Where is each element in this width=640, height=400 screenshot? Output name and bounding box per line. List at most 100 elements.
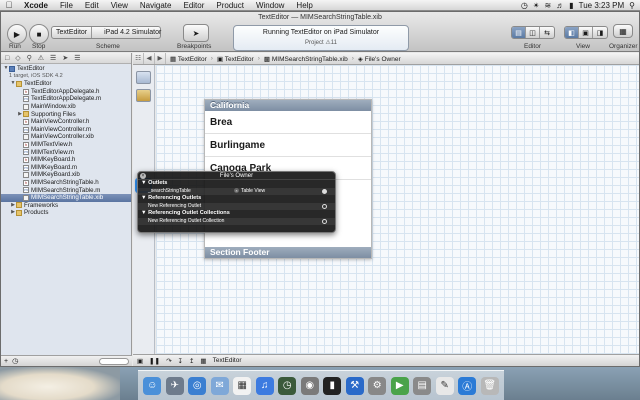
menu-editor[interactable]: Editor (177, 1, 210, 10)
hud-section-header[interactable]: ▼ Referencing Outlets (138, 195, 335, 203)
section-header[interactable]: California (205, 100, 371, 111)
navigator-row[interactable]: h MainViewController.h (1, 118, 131, 126)
spotlight-icon[interactable]: ⚲ (629, 1, 635, 10)
navigator-row[interactable]: h MIMSearchStringTable.h (1, 179, 131, 187)
hud-section-header[interactable]: ▼ Outlets (138, 180, 335, 188)
hud-section-header[interactable]: ▼ Referencing Outlet Collections (138, 210, 335, 218)
navigator-row[interactable]: h MIMKeyBoard.h (1, 156, 131, 164)
disconnect-icon[interactable]: × (234, 187, 239, 193)
navigator-row[interactable]: m TextEditorAppDelegate.m (1, 95, 131, 103)
hud-outlet-row[interactable]: New Referencing Outlet (138, 202, 335, 210)
symbol-navigator-tab-icon[interactable]: ◇ (15, 54, 20, 62)
launchpad-icon[interactable]: ✈ (165, 376, 184, 395)
menu-xcode[interactable]: Xcode (18, 1, 54, 10)
version-editor-icon[interactable]: ⇆ (540, 27, 554, 38)
battery-menu-icon[interactable]: ▮ (569, 1, 573, 10)
recent-files-icon[interactable]: ◷ (12, 357, 18, 365)
jumpbar-crumb-project[interactable]: ▦ TextEditor (166, 55, 211, 63)
hud-outlet-row[interactable]: _searchStringTable × Table View (138, 187, 335, 195)
stop-button[interactable]: ■ (29, 24, 49, 44)
navigator-row[interactable]: h TextEditorAppDelegate.h (1, 88, 131, 96)
itunes-icon[interactable]: ♫ (255, 376, 274, 395)
view-segmented[interactable]: ◧ ▣ ◨ (564, 26, 608, 39)
navigator-row[interactable]: m MIMSearchStringTable.m (1, 187, 131, 195)
jumpbar-crumb-object[interactable]: ◈ File's Owner (354, 55, 405, 63)
finder-icon[interactable]: ☺ (143, 376, 162, 395)
navigator-row[interactable]: m MIMKeyBoard.m (1, 164, 131, 172)
run-button[interactable]: ▶ (7, 24, 27, 44)
go-back-icon[interactable]: ◀ (144, 53, 155, 64)
textedit-icon[interactable]: ✎ (435, 376, 454, 395)
menu-view[interactable]: View (105, 1, 134, 10)
step-in-icon[interactable]: ↧ (178, 357, 183, 365)
related-items-icon[interactable]: ☷ (133, 53, 144, 64)
filter-field[interactable] (99, 357, 129, 365)
calendar-icon[interactable]: ▦ (233, 376, 252, 395)
pause-icon[interactable]: ❚❚ (149, 357, 160, 365)
go-forward-icon[interactable]: ▶ (155, 53, 166, 64)
debug-process-label[interactable]: TextEditor (213, 357, 242, 364)
navigator-row[interactable]: MIMSearchStringTable.xib (1, 194, 131, 202)
jumpbar-crumb-group[interactable]: ▣ TextEditor (213, 55, 258, 63)
breakpoint-navigator-tab-icon[interactable]: ➤ (62, 54, 68, 62)
debug-area-toggle-icon[interactable]: ▣ (579, 27, 593, 38)
menu-window[interactable]: Window (250, 1, 290, 10)
menu-product[interactable]: Product (210, 1, 250, 10)
time-machine-icon[interactable]: ◷ (278, 376, 297, 395)
first-responder-icon[interactable] (136, 89, 151, 102)
connection-circle-icon[interactable] (322, 203, 327, 209)
step-over-icon[interactable]: ↷ (166, 357, 171, 365)
menu-edit[interactable]: Edit (79, 1, 105, 10)
step-out-icon[interactable]: ↥ (189, 357, 194, 365)
preview-icon[interactable]: ▤ (413, 376, 432, 395)
navigator-row[interactable]: MainWindow.xib (1, 103, 131, 111)
menu-help[interactable]: Help (290, 1, 318, 10)
facetime-icon[interactable]: ▶ (390, 376, 409, 395)
navigator-toggle-icon[interactable]: ◧ (565, 27, 579, 38)
navigator-row[interactable]: m MIMTextView.m (1, 149, 131, 157)
project-navigator-tab-icon[interactable]: □ (5, 55, 9, 62)
table-cell[interactable]: Burlingame (205, 134, 371, 157)
navigator-row[interactable]: ▼ TextEditor (1, 80, 131, 88)
volume-menu-icon[interactable]: ♬ (556, 1, 564, 10)
safari-icon[interactable]: ◎ (188, 376, 207, 395)
activity-count[interactable]: 11 (331, 40, 337, 46)
bluetooth-menu-icon[interactable]: ✴ (533, 1, 540, 10)
navigator-row[interactable]: m MainViewController.m (1, 126, 131, 134)
app-store-icon[interactable]: Ⓐ (458, 376, 477, 395)
wifi-menu-icon[interactable]: ≋ (545, 1, 552, 10)
debug-navigator-tab-icon[interactable]: ☰ (50, 54, 56, 62)
system-preferences-icon[interactable]: ⚙ (368, 376, 387, 395)
search-navigator-tab-icon[interactable]: ⚲ (27, 54, 32, 62)
navigator-row[interactable]: MIMKeyBoard.xib (1, 171, 131, 179)
assistant-editor-icon[interactable]: ◫ (526, 27, 540, 38)
navigator-row[interactable]: MainViewController.xib (1, 133, 131, 141)
log-navigator-tab-icon[interactable]: ☰ (74, 54, 80, 62)
add-file-icon[interactable]: + (4, 358, 8, 365)
menu-clock[interactable]: Tue 3:23 PM (579, 1, 625, 10)
hide-debug-area-icon[interactable]: ▣ (137, 357, 143, 365)
terminal-icon[interactable]: ▮ (323, 376, 342, 395)
breakpoints-button[interactable]: ➤ (183, 24, 209, 42)
menu-file[interactable]: File (54, 1, 79, 10)
trash-icon[interactable]: 🗑 (480, 376, 499, 395)
time-machine-menu-icon[interactable]: ◷ (521, 1, 528, 10)
organizer-button[interactable]: ▦ (613, 24, 633, 38)
utilities-toggle-icon[interactable]: ◨ (593, 27, 607, 38)
section-footer[interactable]: Section Footer (205, 247, 371, 258)
connected-circle-icon[interactable] (322, 188, 327, 194)
apple-menu-icon[interactable]:  (0, 0, 18, 10)
mail-icon[interactable]: ✉ (210, 376, 229, 395)
close-icon[interactable]: × (140, 173, 146, 179)
jumpbar-crumb-file[interactable]: ▩ MIMSearchStringTable.xib (260, 55, 352, 63)
issue-navigator-tab-icon[interactable]: ⚠ (38, 54, 44, 62)
navigator-row[interactable]: ▶ Frameworks (1, 202, 131, 210)
connection-circle-icon[interactable] (322, 218, 327, 224)
standard-editor-icon[interactable]: ▤ (512, 27, 526, 38)
photo-booth-icon[interactable]: ◉ (300, 376, 319, 395)
menu-navigate[interactable]: Navigate (134, 1, 178, 10)
navigator-row[interactable]: ▶ Products (1, 209, 131, 217)
files-owner-icon[interactable] (136, 71, 151, 84)
navigator-row[interactable]: ▶ Supporting Files (1, 111, 131, 119)
navigator-row[interactable]: ▼ TextEditor (1, 65, 131, 73)
